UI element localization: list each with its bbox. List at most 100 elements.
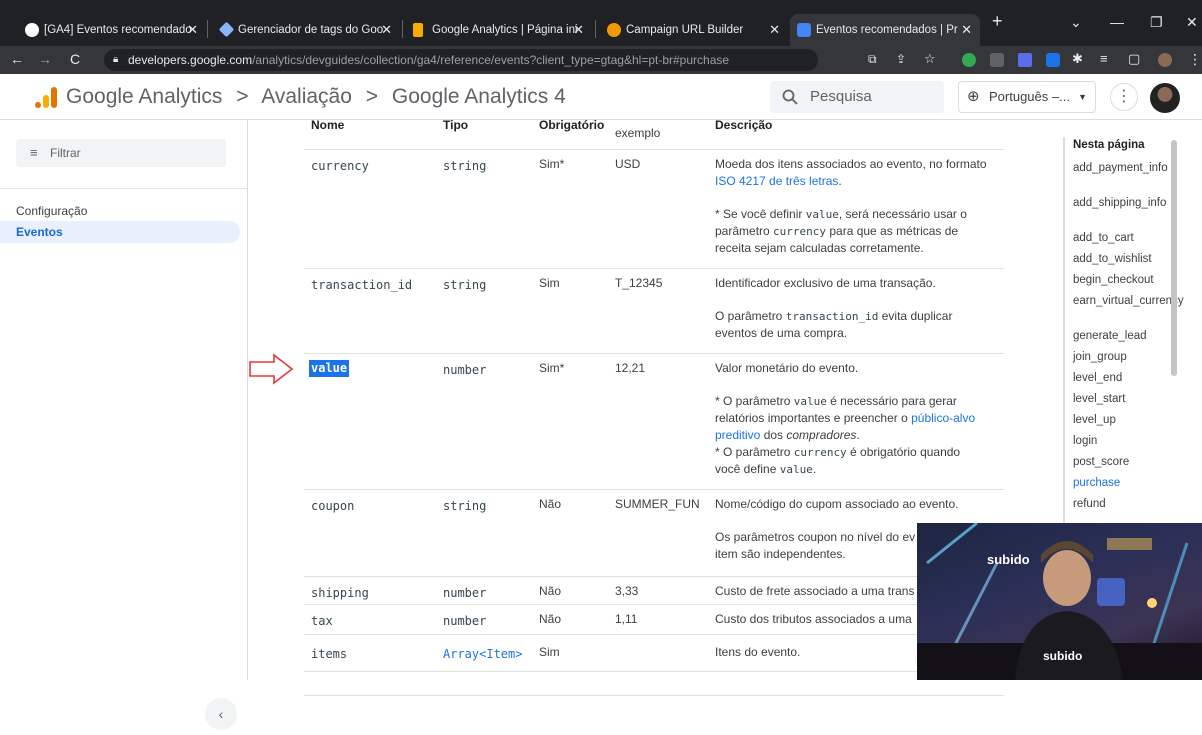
minimize-icon[interactable]: — bbox=[1110, 14, 1124, 30]
breadcrumb-item[interactable]: Google Analytics 4 bbox=[392, 85, 566, 108]
item-type-link[interactable]: Array<Item> bbox=[443, 646, 522, 663]
browser-tab[interactable]: Google Analytics | Página ini ✕ bbox=[406, 14, 592, 46]
browser-tab[interactable]: [GA4] Eventos recomendado ✕ bbox=[18, 14, 206, 46]
param-type: string bbox=[443, 499, 487, 513]
browser-tab-active[interactable]: Eventos recomendados | Pr ✕ bbox=[790, 14, 980, 46]
toc-title: Nesta página bbox=[1073, 139, 1145, 151]
close-tab-icon[interactable]: ✕ bbox=[961, 22, 972, 38]
more-options-icon[interactable]: ⋮ bbox=[1110, 83, 1138, 111]
param-name: tax bbox=[311, 614, 333, 628]
toc-item[interactable]: level_start bbox=[1073, 393, 1191, 406]
reload-icon[interactable]: C bbox=[70, 51, 80, 67]
red-arrow-annotation-icon bbox=[249, 353, 294, 385]
scrollbar-thumb[interactable] bbox=[1171, 140, 1177, 376]
sidebar-item-configuracao[interactable]: Configuração bbox=[16, 204, 87, 218]
install-icon[interactable]: ⧉ bbox=[868, 52, 877, 67]
extension-icon[interactable] bbox=[990, 53, 1004, 67]
param-example: T_12345 bbox=[615, 276, 663, 290]
tab-search-icon[interactable]: ⌄ bbox=[1070, 14, 1082, 31]
param-name: transaction_id bbox=[311, 278, 413, 292]
filter-icon: ≡ bbox=[30, 145, 38, 160]
toc-item-selected[interactable]: purchase bbox=[1073, 477, 1191, 490]
column-header-name: Nome bbox=[311, 118, 345, 132]
publico-alvo-link[interactable]: público-alvo bbox=[911, 411, 975, 425]
table-row: currency string Sim* USD Moeda dos itens… bbox=[304, 149, 1004, 268]
param-name: shipping bbox=[311, 586, 369, 600]
close-tab-icon[interactable]: ✕ bbox=[769, 22, 780, 38]
close-tab-icon[interactable]: ✕ bbox=[381, 22, 392, 38]
url-domain: developers.google.com bbox=[128, 53, 253, 67]
column-header-example: exemplo bbox=[615, 126, 661, 140]
bookmark-star-icon[interactable]: ☆ bbox=[924, 51, 936, 67]
forward-icon[interactable]: → bbox=[38, 51, 52, 67]
param-description: Moeda dos itens associados ao evento, no… bbox=[715, 157, 987, 255]
restore-icon[interactable]: ❐ bbox=[1150, 14, 1163, 31]
param-required: Sim bbox=[539, 645, 560, 659]
tab-title: Campaign URL Builder bbox=[626, 24, 744, 36]
extension-icon[interactable] bbox=[1046, 53, 1060, 67]
lock-icon: 🔒︎ bbox=[113, 54, 119, 65]
close-tab-icon[interactable]: ✕ bbox=[187, 22, 198, 38]
column-header-description: Descrição bbox=[715, 118, 773, 132]
globe-icon: ⊕ bbox=[967, 88, 980, 105]
param-example: 1,11 bbox=[615, 612, 638, 626]
param-required: Sim* bbox=[539, 157, 565, 171]
tab-title: Gerenciador de tags do Goo bbox=[238, 24, 384, 36]
url-bar[interactable]: 🔒︎ developers.google.com/analytics/devgu… bbox=[104, 49, 818, 71]
preditivo-link[interactable]: preditivo bbox=[715, 428, 760, 442]
search-input[interactable]: Pesquisa bbox=[770, 81, 944, 113]
breadcrumb-item[interactable]: Avaliação bbox=[261, 85, 352, 108]
toc-item[interactable]: refund bbox=[1073, 498, 1191, 511]
developers-favicon-icon bbox=[797, 23, 811, 37]
collapse-sidebar-button[interactable]: ‹ bbox=[205, 698, 237, 730]
new-tab-icon[interactable]: + bbox=[992, 11, 1003, 32]
param-example: SUMMER_FUN bbox=[615, 497, 700, 511]
tab-title: Eventos recomendados | Pr bbox=[816, 24, 958, 36]
browser-tab-bar: [GA4] Eventos recomendado ✕ Gerenciador … bbox=[0, 0, 1202, 46]
table-row: tax number Não 1,11 Custo dos tributos a… bbox=[304, 604, 1004, 634]
param-type: string bbox=[443, 278, 487, 292]
browser-tab[interactable]: Gerenciador de tags do Goo ✕ bbox=[212, 14, 400, 46]
param-description: Custo dos tributos associados a uma bbox=[715, 612, 912, 626]
table-row: coupon string Não SUMMER_FUN Nome/código… bbox=[304, 489, 1004, 576]
close-window-icon[interactable]: ✕ bbox=[1186, 14, 1198, 31]
extension-icon[interactable] bbox=[1018, 53, 1032, 67]
toc-item[interactable]: login bbox=[1073, 435, 1191, 448]
profile-avatar-icon[interactable] bbox=[1158, 53, 1172, 67]
back-icon[interactable]: ← bbox=[10, 51, 24, 67]
language-select[interactable]: ⊕ Português –... ▼ bbox=[958, 81, 1096, 113]
search-icon bbox=[782, 89, 798, 105]
close-tab-icon[interactable]: ✕ bbox=[573, 22, 584, 38]
avatar[interactable] bbox=[1150, 83, 1180, 113]
toc-item[interactable]: post_score bbox=[1073, 456, 1191, 469]
filter-input[interactable]: ≡ Filtrar bbox=[16, 139, 226, 167]
share-icon[interactable]: ⇪ bbox=[896, 52, 906, 66]
reading-list-icon[interactable]: ≡ bbox=[1100, 51, 1108, 66]
param-name: coupon bbox=[311, 499, 355, 513]
google-analytics-logo-icon bbox=[35, 87, 57, 108]
extensions-puzzle-icon[interactable]: ✱ bbox=[1072, 51, 1083, 67]
table-row: transaction_id string Sim T_12345 Identi… bbox=[304, 268, 1004, 353]
browser-tab[interactable]: Campaign URL Builder ✕ bbox=[600, 14, 788, 46]
analytics-favicon-icon bbox=[413, 23, 423, 37]
param-name: value bbox=[309, 360, 350, 377]
language-value: Português –... bbox=[989, 89, 1070, 104]
table-of-contents: Nesta página add_payment_info add_shippi… bbox=[1040, 120, 1202, 540]
sidebar-item-eventos[interactable]: Eventos bbox=[0, 221, 240, 243]
tag-manager-favicon-icon bbox=[218, 21, 235, 38]
param-name: items bbox=[311, 647, 348, 661]
param-required: Não bbox=[539, 497, 562, 511]
extension-icon[interactable] bbox=[962, 53, 976, 67]
side-panel-icon[interactable]: ▢ bbox=[1128, 51, 1140, 67]
param-name: currency bbox=[311, 159, 369, 173]
iso-4217-link[interactable]: ISO 4217 de três letras bbox=[715, 174, 838, 188]
tab-title: Google Analytics | Página ini bbox=[432, 24, 578, 36]
table-row: items Array<Item> Sim Itens do evento. bbox=[304, 634, 1004, 672]
browser-menu-icon[interactable]: ⋮ bbox=[1188, 51, 1202, 68]
param-description: Valor monetário do evento. * O parâmetro… bbox=[715, 361, 976, 476]
toc-item[interactable]: level_up bbox=[1073, 414, 1191, 427]
param-description: Itens do evento. bbox=[715, 645, 801, 659]
param-description: Custo de frete associado a uma trans bbox=[715, 584, 915, 598]
brand-name[interactable]: Google Analytics bbox=[66, 85, 222, 108]
events-parameter-table: Nome Tipo Obrigatório exemplo Descrição … bbox=[304, 118, 1004, 696]
